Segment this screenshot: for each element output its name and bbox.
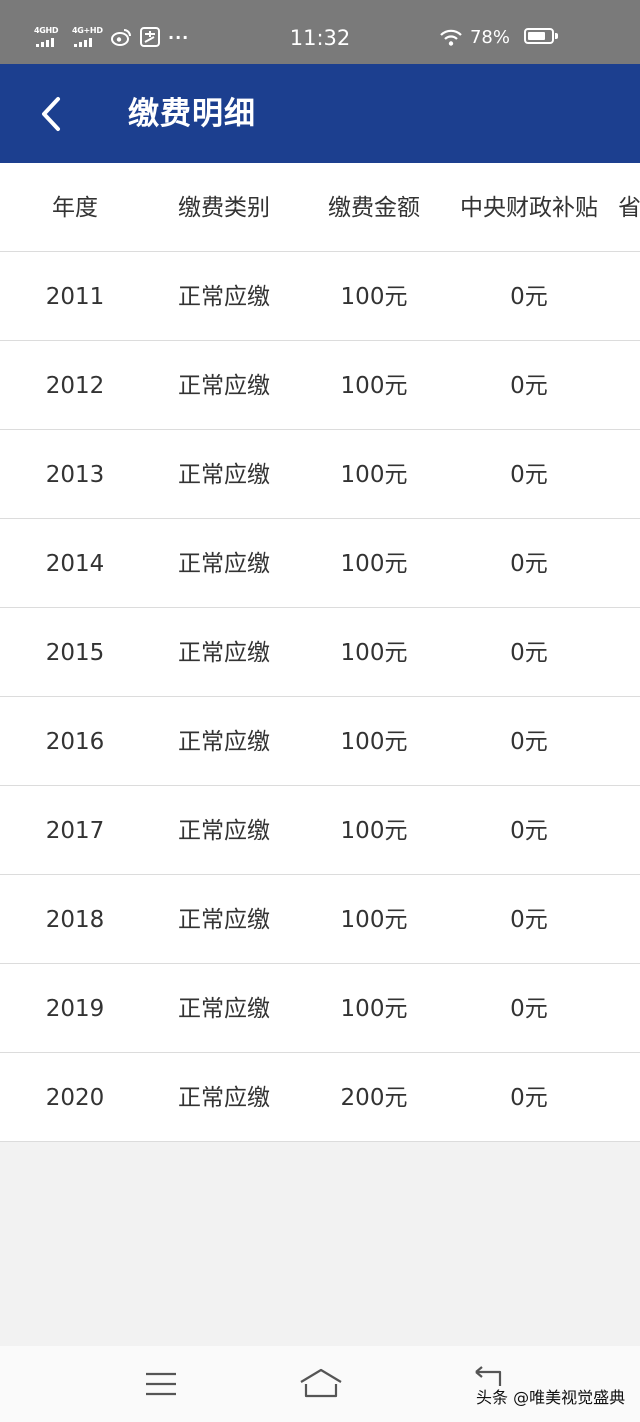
battery-icon [524,28,558,44]
chevron-left-icon [42,97,60,131]
table-body: 2011 正常应缴 100元 0元 2012 正常应缴 100元 0元 2013 正常应缴 100元… [0,252,640,1142]
cell-type: 正常应缴 [178,462,270,488]
wifi-icon [440,29,462,46]
table-row: 2011 正常应缴 100元 0元 [0,252,640,341]
payment-table: 年度 缴费类别 缴费金额 中央财政补贴 省 2011 正常应缴 100元 0元 2012… [0,163,640,1142]
cell-amount: 100元 [340,729,408,755]
cell-amount: 200元 [340,1085,408,1111]
status-right: 78% [440,27,510,49]
cell-type: 正常应缴 [178,907,270,933]
cell-subsidy: 0元 [510,996,548,1022]
cell-type: 正常应缴 [178,373,270,399]
cell-subsidy: 0元 [510,907,548,933]
cell-type: 正常应缴 [178,818,270,844]
cell-year: 2016 [45,729,105,755]
cell-year: 2015 [45,640,105,666]
cell-year: 2011 [45,284,105,310]
cell-subsidy: 0元 [510,818,548,844]
cell-amount: 100元 [340,551,408,577]
cell-amount: 100元 [340,373,408,399]
cell-subsidy: 0元 [510,284,548,310]
cell-year: 2017 [45,818,105,844]
cell-amount: 100元 [340,996,408,1022]
cell-year: 2013 [45,462,105,488]
column-header-subsidy: 中央财政补贴 [460,195,598,221]
cell-type: 正常应缴 [178,551,270,577]
table-header: 年度 缴费类别 缴费金额 中央财政补贴 省 [0,163,640,252]
cell-type: 正常应缴 [178,284,270,310]
system-nav-bar [0,1346,640,1422]
cell-subsidy: 0元 [510,462,548,488]
table-row: 2017 正常应缴 100元 0元 [0,786,640,875]
cell-type: 正常应缴 [178,640,270,666]
menu-button[interactable] [137,1364,185,1404]
cell-amount: 100元 [340,462,408,488]
cell-year: 2014 [45,551,105,577]
app-header: 缴费明细 [0,64,640,163]
table-row: 2016 正常应缴 100元 0元 [0,697,640,786]
table-row: 2015 正常应缴 100元 0元 [0,608,640,697]
cell-year: 2019 [45,996,105,1022]
column-header-type: 缴费类别 [178,195,270,221]
column-header-amount: 缴费金额 [328,195,420,221]
battery-percent: 78% [469,27,510,48]
home-button[interactable] [297,1364,345,1404]
cell-subsidy: 0元 [510,1085,548,1111]
table-row: 2019 正常应缴 100元 0元 [0,964,640,1053]
column-header-year: 年度 [52,195,98,221]
watermark: 头条 @唯美视觉盛典 [476,1388,626,1407]
cell-year: 2012 [45,373,105,399]
cell-amount: 100元 [340,818,408,844]
cell-year: 2018 [45,907,105,933]
cell-year: 2020 [45,1085,105,1111]
cell-subsidy: 0元 [510,373,548,399]
menu-icon [146,1372,176,1396]
cell-subsidy: 0元 [510,729,548,755]
back-button[interactable] [34,94,70,134]
cell-amount: 100元 [340,640,408,666]
cell-subsidy: 0元 [510,551,548,577]
table-row: 2018 正常应缴 100元 0元 [0,875,640,964]
table-row: 2014 正常应缴 100元 0元 [0,519,640,608]
cell-type: 正常应缴 [178,1085,270,1111]
table-row: 2013 正常应缴 100元 0元 [0,430,640,519]
table-row: 2020 正常应缴 200元 0元 [0,1053,640,1142]
status-bar: 4GHD 4G+HD ··· 11:32 78% [0,0,640,64]
cell-type: 正常应缴 [178,996,270,1022]
cell-amount: 100元 [340,907,408,933]
column-header-province: 省 [618,195,640,221]
cell-type: 正常应缴 [178,729,270,755]
home-icon [300,1368,342,1398]
page-title: 缴费明细 [128,96,256,132]
cell-amount: 100元 [340,284,408,310]
table-row: 2012 正常应缴 100元 0元 [0,341,640,430]
cell-subsidy: 0元 [510,640,548,666]
